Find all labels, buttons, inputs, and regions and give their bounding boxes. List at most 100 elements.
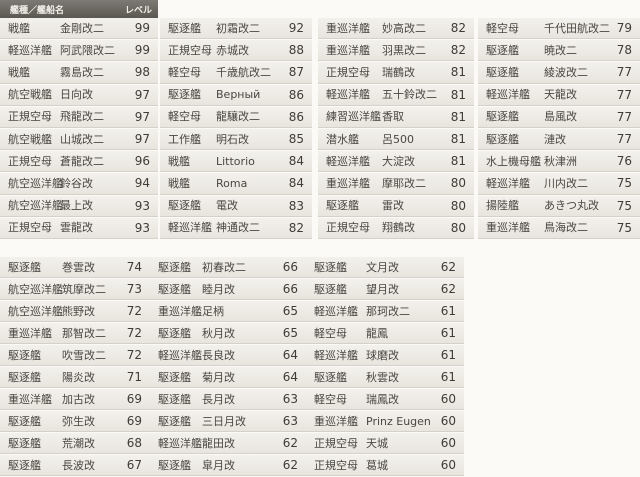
ship-row: 重巡洋艦 Prinz Eugen 60 xyxy=(306,411,464,432)
ship-type: 軽巡洋艦 xyxy=(326,154,370,168)
ship-type: 駆逐艦 xyxy=(314,282,347,296)
ship-level: 62 xyxy=(440,282,456,296)
ship-type: 重巡洋艦 xyxy=(314,414,358,428)
ship-level: 75 xyxy=(616,176,632,191)
ship-name: 弥生改 xyxy=(62,414,95,428)
ship-level: 82 xyxy=(450,21,466,36)
ship-type: 航空巡洋艦 xyxy=(8,176,63,190)
ship-name: 千代田航改二 xyxy=(544,21,610,35)
ship-level: 84 xyxy=(288,154,304,169)
ship-row: 軽巡洋艦 川内改二 75 xyxy=(478,173,640,195)
ship-level: 92 xyxy=(288,21,304,36)
ship-level: 62 xyxy=(282,458,298,472)
ship-row: 重巡洋艦 加古改 69 xyxy=(0,389,150,410)
ship-type: 正規空母 xyxy=(8,110,52,124)
ship-level: 86 xyxy=(288,109,304,124)
ship-level: 93 xyxy=(134,220,150,235)
ship-type: 揚陸艦 xyxy=(486,199,519,213)
ship-name: 赤城改 xyxy=(216,43,249,57)
ship-name: 那智改二 xyxy=(62,326,106,340)
ship-row: 練習巡洋艦 香取 81 xyxy=(318,106,474,128)
ship-level: 75 xyxy=(616,198,632,213)
ship-row: 正規空母 蒼龍改二 96 xyxy=(0,151,158,173)
ship-row: 駆逐艦 島風改 77 xyxy=(478,106,640,128)
ship-level: 78 xyxy=(616,43,632,58)
ship-row: 駆逐艦 初霜改二 92 xyxy=(160,18,312,40)
ship-level: 75 xyxy=(616,220,632,235)
ship-type: 戦艦 xyxy=(168,176,190,190)
ship-row: 正規空母 飛龍改二 97 xyxy=(0,106,158,128)
ship-row: 重巡洋艦 足柄 65 xyxy=(150,301,306,322)
ship-level: 61 xyxy=(440,304,456,318)
ship-type: 軽巡洋艦 xyxy=(486,176,530,190)
ship-type: 駆逐艦 xyxy=(326,199,359,213)
ship-name: 鈴谷改 xyxy=(60,176,93,190)
ship-name: 那珂改二 xyxy=(366,304,410,318)
ship-name: 長良改 xyxy=(202,348,235,362)
ship-name: 足柄 xyxy=(202,304,224,318)
ship-type: 正規空母 xyxy=(8,221,52,235)
ship-name: 大淀改 xyxy=(382,154,415,168)
ship-level: 81 xyxy=(450,109,466,124)
ship-type: 駆逐艦 xyxy=(314,370,347,384)
ship-level: 72 xyxy=(126,348,142,362)
ship-type: 戦艦 xyxy=(168,154,190,168)
ship-type: 重巡洋艦 xyxy=(326,176,370,190)
ship-row: 軽空母 千歳航改二 87 xyxy=(160,62,312,84)
ship-row: 戦艦 金剛改二 99 xyxy=(0,18,158,40)
ship-level: 63 xyxy=(282,414,298,428)
ship-name: 山城改二 xyxy=(60,132,104,146)
ship-name: 神通改二 xyxy=(216,221,260,235)
ship-level: 81 xyxy=(450,132,466,147)
ship-level: 60 xyxy=(440,458,456,472)
ship-row: 駆逐艦 三日月改 63 xyxy=(150,411,306,432)
ship-type: 駆逐艦 xyxy=(8,458,41,472)
ship-level: 82 xyxy=(450,43,466,58)
ship-name: 妙高改二 xyxy=(382,21,426,35)
ship-level: 64 xyxy=(282,348,298,362)
ship-name: 初春改二 xyxy=(202,260,246,274)
ship-level: 94 xyxy=(134,176,150,191)
ship-name: 秋月改 xyxy=(202,326,235,340)
ship-level: 99 xyxy=(134,43,150,58)
ship-row: 正規空母 雲龍改 93 xyxy=(0,217,158,239)
ship-type: 軽空母 xyxy=(314,326,347,340)
ship-type: 駆逐艦 xyxy=(8,436,41,450)
header-type-name: 艦種／艦船名 xyxy=(10,5,65,16)
ship-level: 77 xyxy=(616,87,632,102)
ship-row: 駆逐艦 吹雪改二 72 xyxy=(0,345,150,366)
ship-name: 阿武隈改二 xyxy=(60,43,115,57)
ship-row: 駆逐艦 睦月改 66 xyxy=(150,279,306,300)
ship-row: 戦艦 Littorio 84 xyxy=(160,151,312,173)
ship-row: 軽空母 龍鳳 61 xyxy=(306,323,464,344)
ship-type: 駆逐艦 xyxy=(158,260,191,274)
ship-type: 軽空母 xyxy=(168,110,201,124)
ship-name: 五十鈴改二 xyxy=(382,88,437,102)
ship-name: 龍驤改二 xyxy=(216,110,260,124)
ship-type: 正規空母 xyxy=(314,458,358,472)
ship-row: 軽巡洋艦 長良改 64 xyxy=(150,345,306,366)
ship-level: 60 xyxy=(440,414,456,428)
ship-name: 雲龍改 xyxy=(60,221,93,235)
ship-name: 明石改 xyxy=(216,132,249,146)
ship-name: 文月改 xyxy=(366,260,399,274)
ship-level: 99 xyxy=(134,21,150,36)
ship-row: 重巡洋艦 鳥海改二 75 xyxy=(478,217,640,239)
ship-name: 秋雲改 xyxy=(366,370,399,384)
ship-row: 正規空母 瑞鶴改 81 xyxy=(318,62,474,84)
ship-level: 77 xyxy=(616,132,632,147)
ship-type: 正規空母 xyxy=(326,221,370,235)
ship-name: 荒潮改 xyxy=(62,436,95,450)
ship-row: 航空巡洋艦 筑摩改二 73 xyxy=(0,279,150,300)
ship-type: 重巡洋艦 xyxy=(8,326,52,340)
ship-type: 駆逐艦 xyxy=(158,458,191,472)
table-header: 艦種／艦船名 レベル xyxy=(0,0,158,18)
ship-name: 龍田改 xyxy=(202,436,235,450)
ship-row: 工作艦 明石改 85 xyxy=(160,129,312,151)
ship-type: 正規空母 xyxy=(326,65,370,79)
ship-name: 長波改 xyxy=(62,458,95,472)
ship-row: 潜水艦 呂500 81 xyxy=(318,129,474,151)
ship-row: 正規空母 赤城改 88 xyxy=(160,40,312,62)
ship-type: 重巡洋艦 xyxy=(158,304,202,318)
ship-type: 駆逐艦 xyxy=(158,282,191,296)
